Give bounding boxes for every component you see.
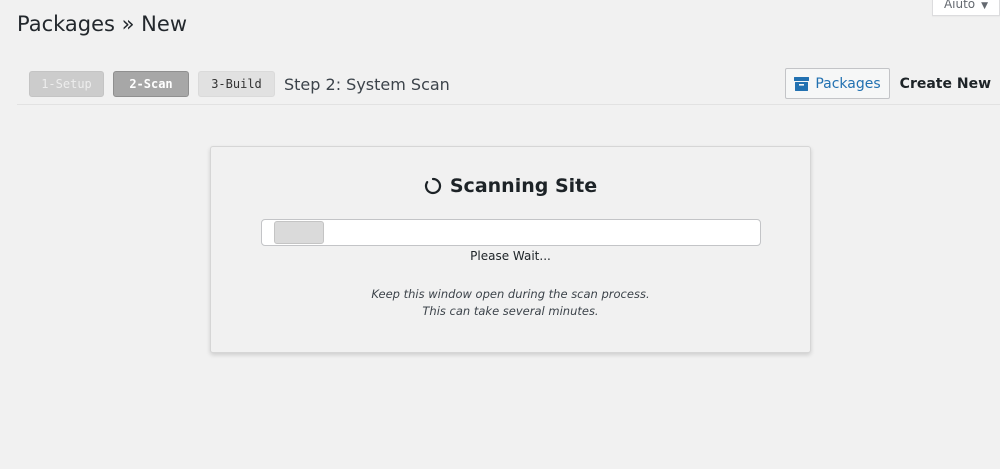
caret-down-icon: ▼ xyxy=(981,1,989,11)
step-setup: 1-Setup xyxy=(29,71,104,97)
packages-button-label: Packages xyxy=(815,75,881,92)
scan-heading: Scanning Site xyxy=(211,175,810,197)
scan-note: Keep this window open during the scan pr… xyxy=(211,286,810,320)
progress-indicator xyxy=(274,221,324,244)
scan-note-line-2: This can take several minutes. xyxy=(422,304,599,318)
scan-title: Scanning Site xyxy=(449,175,598,197)
scan-note-line-1: Keep this window open during the scan pr… xyxy=(371,287,650,301)
header-divider xyxy=(17,104,1000,105)
page-title: Packages » New xyxy=(17,12,187,36)
step-title: Step 2: System Scan xyxy=(284,74,450,94)
archive-icon xyxy=(794,76,810,91)
scan-panel: Scanning Site Please Wait... Keep this w… xyxy=(210,146,811,353)
page: Aiuto ▼ Packages » New 1-Setup 2-Scan 3-… xyxy=(0,0,1000,469)
step-scan: 2-Scan xyxy=(113,71,189,97)
packages-button[interactable]: Packages xyxy=(785,68,890,99)
help-tab[interactable]: Aiuto ▼ xyxy=(932,0,1000,16)
scan-status: Please Wait... xyxy=(470,249,551,263)
create-new-link[interactable]: Create New xyxy=(900,76,991,92)
wizard-steps: 1-Setup 2-Scan 3-Build Step 2: System Sc… xyxy=(29,71,450,97)
progress-bar xyxy=(261,219,761,246)
spinner-icon xyxy=(424,177,442,195)
top-actions: Packages Create New xyxy=(785,68,991,99)
step-build: 3-Build xyxy=(198,71,275,97)
help-tab-label: Aiuto xyxy=(943,0,976,11)
